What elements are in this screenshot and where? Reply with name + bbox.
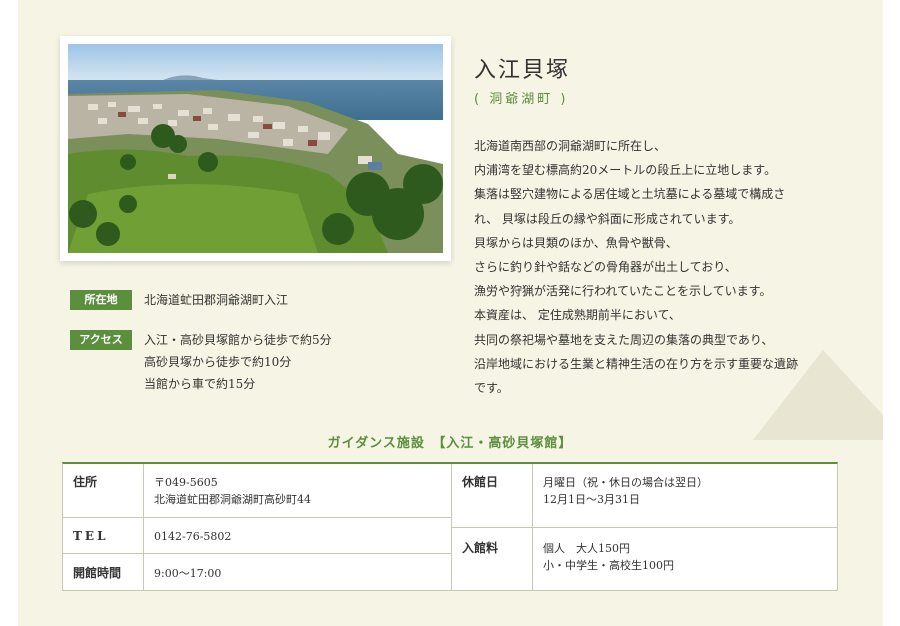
- fee-label: 入館料: [462, 541, 499, 555]
- location-label: 所在地: [70, 290, 132, 310]
- location-row: 所在地 北海道虻田郡洞爺湖町入江: [70, 290, 288, 311]
- fee-value: 個人 大人150円 小・中学生・高校生100円: [533, 532, 837, 582]
- description-line: 漁労や狩猟が活発に行われていたことを示しています。: [474, 284, 772, 299]
- description-line: 共同の祭祀場や墓地を支えた周辺の集落の典型であり、: [474, 332, 774, 347]
- description-line: さらに釣り針や銛などの骨角器が出土しており、: [474, 260, 737, 275]
- description-line: 集落は竪穴建物による居住域と土坑墓による墓域で構成さ: [474, 187, 786, 202]
- site-subtitle: ( 洞爺湖町 ): [474, 92, 569, 107]
- tel-label: TEL: [73, 529, 109, 543]
- access-line: 高砂貝塚から徒歩で約10分: [144, 355, 292, 369]
- description-line: れ、 貝塚は段丘の縁や斜面に形成されています。: [474, 211, 741, 226]
- description-line: 沿岸地域における生業と精神生活の在り方を示す重要な遺跡: [474, 356, 799, 371]
- hours-value: 9:00～17:00: [154, 567, 222, 580]
- description-line: 北海道南西部の洞爺湖町に所在し、: [474, 139, 667, 153]
- postal-code: 〒049-5605: [154, 476, 218, 489]
- guidance-title: ガイダンス施設 【入江・高砂貝塚館】: [327, 436, 573, 451]
- access-label: アクセス: [70, 330, 132, 350]
- closed-line: 月曜日（祝・休日の場合は翌日）: [543, 476, 708, 489]
- description-line: 内浦湾を望む標高約20メートルの段丘上に立地します。: [474, 163, 777, 178]
- guidance-info-table: 住所 〒049-5605 北海道虻田郡洞爺湖町高砂町44 TEL 0142-76…: [62, 462, 838, 591]
- closed-line: 12月1日～3月31日: [543, 493, 640, 506]
- closed-value: 月曜日（祝・休日の場合は翌日） 12月1日～3月31日: [533, 466, 837, 516]
- address-value: 〒049-5605 北海道虻田郡洞爺湖町高砂町44: [144, 466, 451, 516]
- site-title: 入江貝塚: [474, 58, 571, 83]
- access-line: 入江・高砂貝塚館から徒歩で約5分: [144, 333, 332, 347]
- fee-line: 個人 大人150円: [543, 542, 630, 555]
- description-line: 貝塚からは貝類のほか、魚骨や獣骨、: [474, 235, 678, 250]
- address-line: 北海道虻田郡洞爺湖町高砂町44: [154, 493, 311, 506]
- tel-value: 0142-76-5802: [154, 530, 232, 543]
- site-photo: [60, 36, 451, 261]
- address-label: 住所: [73, 475, 98, 489]
- description-line: です。: [474, 381, 509, 396]
- description-line: 本資産は、 定住成熟期前半において、: [474, 308, 681, 323]
- fee-line: 小・中学生・高校生100円: [543, 559, 674, 572]
- location-value: 北海道虻田郡洞爺湖町入江: [144, 293, 289, 307]
- access-line: 当館から車で約15分: [144, 377, 256, 391]
- hours-label: 開館時間: [73, 566, 122, 580]
- site-description: 北海道南西部の洞爺湖町に所在し、 内浦湾を望む標高約20メートルの段丘上に立地し…: [474, 134, 844, 400]
- access-row: アクセス 入江・高砂貝塚館から徒歩で約5分 高砂貝塚から徒歩で約10分 当館から…: [70, 330, 332, 395]
- closed-label: 休館日: [462, 475, 499, 489]
- aerial-landscape-image: [68, 44, 443, 253]
